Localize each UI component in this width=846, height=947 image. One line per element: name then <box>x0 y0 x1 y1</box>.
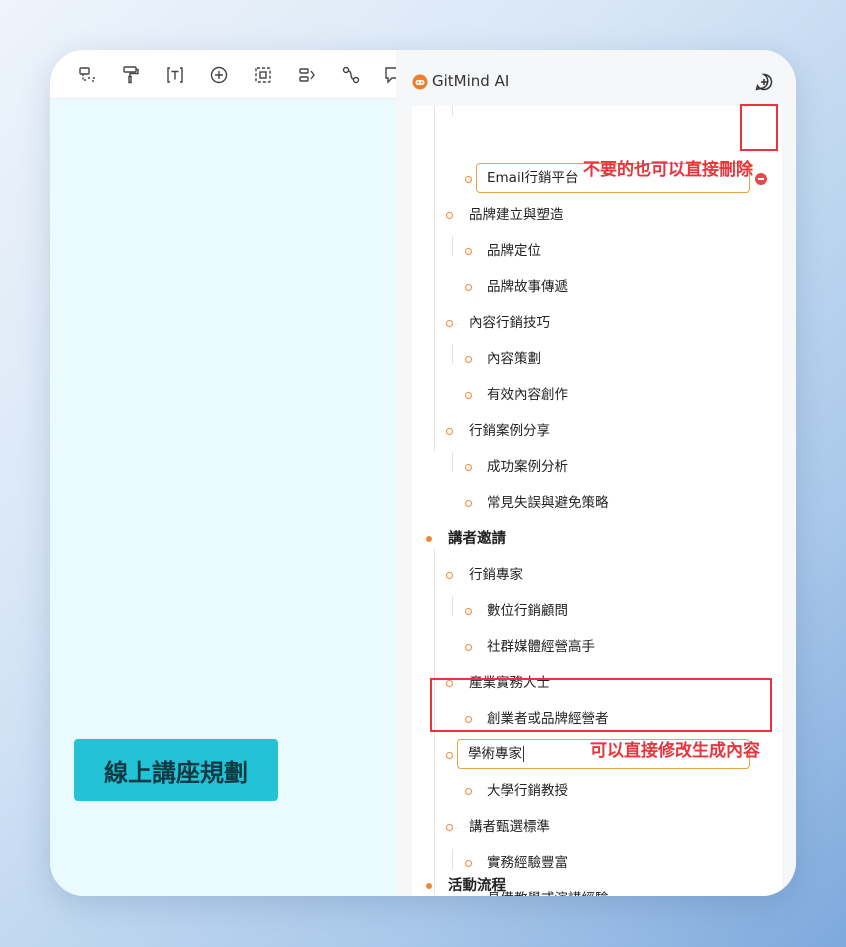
outline-list[interactable]: Email行銷平台 品牌建立與塑造 品牌定位 品牌故事傳遞 內容行銷技巧 內容策… <box>412 106 782 896</box>
delete-hint-annotation: 不要的也可以直接刪除 <box>583 160 753 180</box>
list-item-section[interactable]: 講者邀請 <box>412 527 712 551</box>
edit-highlight-box <box>430 678 772 732</box>
app-title: GitMind AI <box>432 72 510 90</box>
list-item[interactable]: 大學行銷教授 <box>412 779 568 803</box>
new-chat-icon[interactable] <box>754 72 774 92</box>
list-item[interactable]: 品牌故事傳遞 <box>412 275 712 299</box>
canvas-toolbar <box>50 50 401 99</box>
text-tool-icon[interactable] <box>164 64 186 86</box>
list-item[interactable]: 品牌定位 <box>412 239 712 263</box>
layout-icon[interactable] <box>296 64 318 86</box>
list-item[interactable]: 常見失誤與避免策略 <box>412 491 712 515</box>
list-item[interactable]: 有效內容創作 <box>412 383 712 407</box>
add-node-icon[interactable] <box>208 64 230 86</box>
list-item[interactable]: 成功案例分析 <box>412 455 712 479</box>
list-item[interactable]: 講者甄選標準 <box>412 815 712 839</box>
delete-highlight-box <box>740 104 778 151</box>
format-painter-icon[interactable] <box>120 64 142 86</box>
list-item[interactable]: 數位行銷顧問 <box>412 599 712 623</box>
delete-node-icon[interactable] <box>755 173 767 185</box>
app-window: 線上講座規劃 GitMind AI Email行銷平台 品牌建立與塑造 品牌定位… <box>50 50 796 896</box>
panel-header: GitMind AI <box>396 50 796 106</box>
frame-tool-icon[interactable] <box>77 64 99 86</box>
tree-guide-line <box>452 106 453 116</box>
list-item[interactable]: 實務經驗豐富 <box>412 851 712 875</box>
mindmap-canvas[interactable]: 線上講座規劃 <box>50 50 401 896</box>
list-item[interactable]: 行銷案例分享 <box>412 419 712 443</box>
list-item[interactable]: 內容行銷技巧 <box>412 311 712 335</box>
gitmind-logo-icon <box>412 74 428 90</box>
list-item-section[interactable]: 活動流程 <box>412 874 712 896</box>
connector-icon[interactable] <box>340 64 362 86</box>
list-item[interactable]: 品牌建立與塑造 <box>412 203 612 227</box>
list-item[interactable]: 內容策劃 <box>412 347 712 371</box>
edit-hint-annotation: 可以直接修改生成內容 <box>590 741 760 761</box>
list-item[interactable]: 社群媒體經營高手 <box>412 635 712 659</box>
list-item[interactable]: 行銷專家 <box>412 563 712 587</box>
root-node[interactable]: 線上講座規劃 <box>74 739 278 801</box>
text-caret <box>523 746 524 762</box>
select-area-icon[interactable] <box>252 64 274 86</box>
